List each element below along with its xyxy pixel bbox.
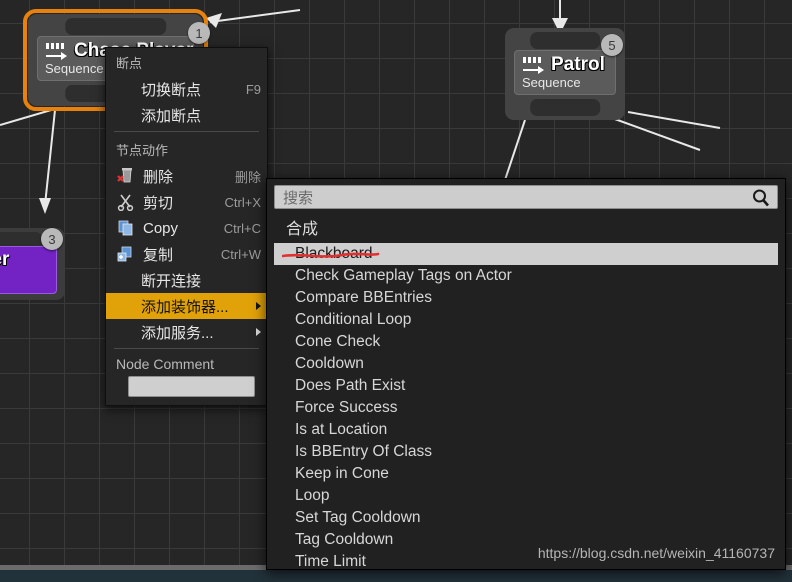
list-item[interactable]: Keep in Cone	[274, 463, 778, 485]
node-body: layer	[0, 246, 57, 294]
cut-icon	[116, 193, 137, 212]
menu-item-add-decorator[interactable]: 添加装饰器...	[106, 293, 267, 319]
menu-divider	[114, 131, 259, 132]
list-item[interactable]: Cooldown	[274, 353, 778, 375]
copy-icon	[116, 219, 137, 237]
menu-item-label: 切换断点	[141, 81, 202, 99]
search-placeholder: 搜索	[283, 189, 314, 207]
context-section-breakpoint: 断点	[116, 56, 143, 71]
menu-item-shortcut: Ctrl+W	[220, 246, 261, 262]
editor-root: Patrol Sequence 5 Chase Player Sequence …	[0, 0, 792, 582]
chevron-right-icon	[256, 328, 261, 336]
list-item-label: Conditional Loop	[295, 311, 412, 328]
node-output-port[interactable]	[530, 99, 600, 116]
bt-node-task[interactable]: layer 3	[0, 228, 65, 300]
menu-item-shortcut: F9	[245, 81, 261, 97]
list-item[interactable]: Loop	[274, 485, 778, 507]
menu-item-label: 删除	[143, 168, 174, 186]
node-subtitle: Sequence	[522, 75, 581, 90]
list-item-label: Compare BBEntries	[295, 289, 432, 306]
bt-node-patrol[interactable]: Patrol Sequence 5	[505, 28, 625, 120]
menu-item-label: 添加服务...	[141, 324, 214, 342]
node-input-port[interactable]	[64, 18, 167, 35]
menu-item-add-breakpoint[interactable]: 添加断点	[106, 102, 267, 128]
list-item-label: Cooldown	[295, 355, 364, 372]
list-item[interactable]: Set Tag Cooldown	[274, 507, 778, 529]
node-comment-input[interactable]	[128, 376, 255, 397]
list-item-label: Force Success	[295, 399, 398, 416]
menu-item-add-service[interactable]: 添加服务...	[106, 319, 267, 345]
menu-item-label: 添加装饰器...	[141, 298, 229, 316]
list-item[interactable]: Conditional Loop	[274, 309, 778, 331]
list-item-label: Keep in Cone	[295, 465, 389, 482]
node-index-badge: 1	[188, 22, 210, 44]
list-item-label: Time Limit	[295, 553, 366, 570]
sequence-icon	[522, 57, 544, 74]
context-section-node-actions: 节点动作	[116, 143, 169, 158]
menu-item-label: Copy	[143, 219, 179, 237]
watermark-text: https://blog.csdn.net/weixin_41160737	[537, 545, 775, 561]
menu-item-duplicate[interactable]: 复制 Ctrl+W	[106, 241, 267, 267]
magnifier-icon[interactable]	[751, 188, 771, 213]
red-underline-annotation	[282, 252, 380, 258]
node-context-menu[interactable]: 断点 切换断点 F9 添加断点 节点动作 删除 删除 剪切 Ctrl+X Cop…	[105, 47, 268, 406]
list-item-label: Set Tag Cooldown	[295, 509, 421, 526]
category-label: 合成	[286, 221, 319, 238]
list-item[interactable]: Does Path Exist	[274, 375, 778, 397]
list-item-label: Is BBEntry Of Class	[295, 443, 432, 460]
node-title: layer	[0, 249, 10, 270]
menu-item-label: 断开连接	[141, 272, 202, 290]
node-input-port[interactable]	[530, 32, 600, 49]
menu-item-cut[interactable]: 剪切 Ctrl+X	[106, 189, 267, 215]
list-item[interactable]: Cone Check	[274, 331, 778, 353]
list-item[interactable]: Is BBEntry Of Class	[274, 441, 778, 463]
decorator-result-list[interactable]: Blackboard Check Gameplay Tags on Actor …	[274, 243, 778, 573]
list-item-label: Loop	[295, 487, 330, 504]
menu-divider	[114, 348, 259, 349]
list-item[interactable]: Force Success	[274, 397, 778, 419]
duplicate-icon	[116, 245, 137, 263]
menu-item-shortcut: Ctrl+X	[224, 194, 261, 210]
menu-item-shortcut: Ctrl+C	[223, 220, 261, 236]
list-item-label: Check Gameplay Tags on Actor	[295, 267, 512, 284]
menu-item-shortcut: 删除	[234, 169, 261, 185]
node-body: Patrol Sequence	[514, 50, 616, 95]
node-title: Patrol	[551, 54, 605, 75]
list-item-label: Does Path Exist	[295, 377, 406, 394]
chevron-right-icon	[256, 302, 261, 310]
menu-item-copy[interactable]: Copy Ctrl+C	[106, 215, 267, 241]
node-index-badge: 3	[41, 228, 63, 250]
list-item-label: Is at Location	[295, 421, 388, 438]
add-decorator-panel[interactable]: 搜索 合成 Blackboard Check Gameplay Tags on …	[266, 178, 786, 570]
list-item-label: Tag Cooldown	[295, 531, 394, 548]
delete-icon	[116, 167, 137, 185]
menu-item-delete[interactable]: 删除 删除	[106, 163, 267, 189]
list-item-label: Cone Check	[295, 333, 381, 350]
search-input[interactable]: 搜索	[274, 185, 778, 209]
sequence-icon	[45, 43, 67, 60]
menu-item-label: 剪切	[143, 194, 174, 212]
menu-item-break-links[interactable]: 断开连接	[106, 267, 267, 293]
node-comment-label: Node Comment	[116, 356, 215, 372]
menu-item-label: 复制	[143, 246, 174, 264]
menu-item-toggle-breakpoint[interactable]: 切换断点 F9	[106, 76, 267, 102]
menu-item-label: 添加断点	[141, 107, 202, 125]
list-item[interactable]: Compare BBEntries	[274, 287, 778, 309]
node-index-badge: 5	[601, 34, 623, 56]
list-item[interactable]: Is at Location	[274, 419, 778, 441]
list-item[interactable]: Check Gameplay Tags on Actor	[274, 265, 778, 287]
